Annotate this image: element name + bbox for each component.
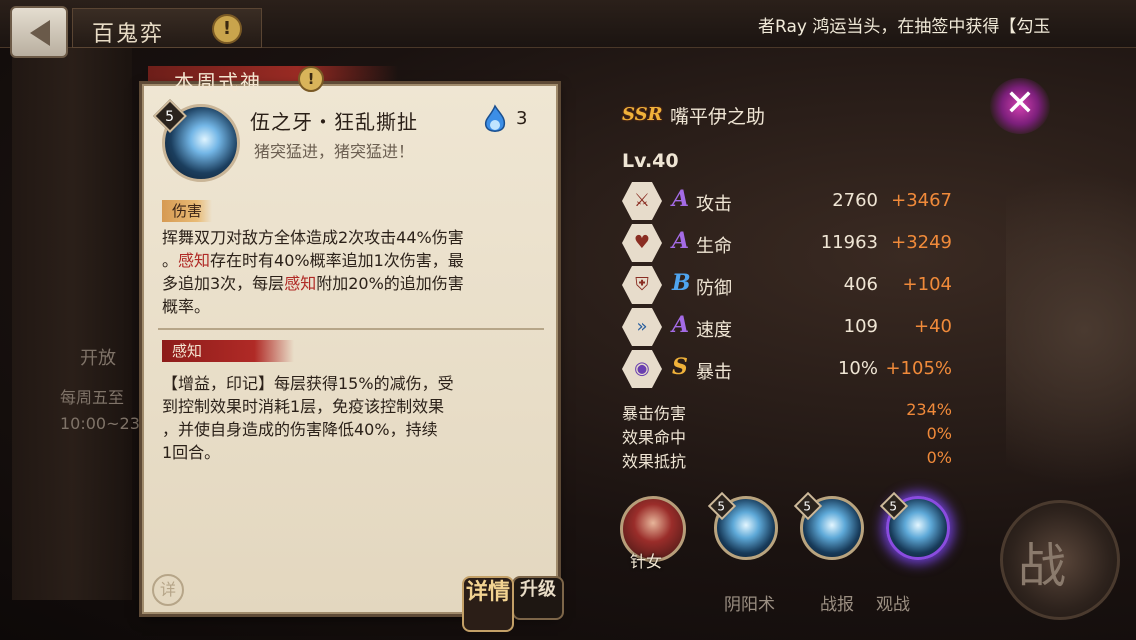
- skill-name: 伍之牙・狂乱撕扯: [250, 110, 418, 134]
- stat-value: 406: [843, 274, 878, 295]
- close-icon[interactable]: ✕: [1002, 84, 1038, 124]
- shiki-level: Lv.40: [622, 150, 679, 172]
- behind-time-label: 10:00~23: [60, 414, 140, 433]
- skill-quote: 猪突猛进，猪突猛进！: [254, 142, 415, 161]
- sub-stat-label: 效果抵抗: [622, 452, 687, 471]
- stat-grade: A: [672, 228, 690, 254]
- info-icon[interactable]: !: [212, 14, 242, 44]
- stat-grade: B: [672, 270, 691, 296]
- stat-bonus: +3249: [891, 232, 952, 253]
- sub-stat-value: 234%: [906, 400, 952, 419]
- sub-stat-effect-resist: 效果抵抗 0%: [622, 448, 952, 472]
- sub-stat-value: 0%: [926, 424, 952, 443]
- damage-line-2: 。感知存在时有40%概率追加1次伤害，最: [162, 249, 542, 272]
- keyword-sense[interactable]: 感知: [178, 251, 210, 270]
- skill-level-value: 5: [164, 108, 174, 125]
- stat-label: 攻击: [696, 194, 732, 215]
- stat-value: 2760: [832, 190, 878, 211]
- stat-value: 10%: [837, 358, 878, 379]
- sense-line-2: 到控制效果时消耗1层，免疫该控制效果: [162, 397, 445, 416]
- damage-description: 挥舞双刀对敌方全体造成2次攻击44%伤害 。感知存在时有40%概率追加1次伤害，…: [162, 226, 542, 318]
- stat-grade: A: [672, 186, 690, 212]
- sub-stat-value: 0%: [926, 448, 952, 467]
- damage-line-2-prefix: 。: [162, 251, 179, 270]
- stat-row-hp: ♥ A 生命 11963 +3249: [622, 224, 962, 262]
- tab-detail[interactable]: 详情: [462, 576, 514, 632]
- battle-button-label[interactable]: 战: [1018, 526, 1066, 596]
- stat-label: 防御: [696, 278, 732, 299]
- sense-description: 【增益，印记】每层获得15%的减伤，受 到控制效果时消耗1层，免疫该控制效果 ，…: [162, 372, 542, 464]
- stat-label: 生命: [696, 236, 732, 257]
- shiki-name: 嘴平伊之助: [670, 106, 766, 128]
- onibi-cost: 3: [516, 108, 528, 129]
- onibi-orb-icon: [484, 104, 506, 132]
- stat-label: 速度: [696, 320, 732, 341]
- skill-slot-level: 5: [889, 499, 898, 514]
- back-arrow-icon: [30, 20, 50, 46]
- rarity-badge: SSR: [622, 104, 663, 125]
- stat-bonus: +40: [914, 316, 952, 337]
- detail-small-button[interactable]: 详: [152, 574, 184, 606]
- sense-line-3: ，并使自身造成的伤害降低40%，持续: [162, 420, 438, 439]
- tab-upgrade[interactable]: 升级: [512, 576, 564, 620]
- stat-row-defense: ⛨ B 防御 406 +104: [622, 266, 962, 304]
- damage-line-4: 概率。: [162, 297, 211, 316]
- sub-stat-effect-hit: 效果命中 0%: [622, 424, 952, 448]
- back-button[interactable]: [10, 6, 68, 58]
- sub-stat-label: 暴击伤害: [622, 404, 687, 423]
- crit-icon: ◉: [622, 350, 662, 388]
- sense-tag: 感知: [162, 340, 294, 362]
- damage-line-3-prefix: 多追加3次，每层: [162, 274, 285, 293]
- damage-line-3: 多追加3次，每层感知附加20%的追加伤害: [162, 272, 542, 295]
- battle-report-label[interactable]: 战报: [820, 590, 854, 615]
- stat-label: 暴击: [696, 362, 732, 383]
- partner-name: 针女: [630, 552, 663, 571]
- sense-line-4: 1回合。: [162, 443, 221, 462]
- damage-line-3-rest: 附加20%的追加伤害: [316, 274, 464, 293]
- damage-tag: 伤害: [162, 200, 213, 222]
- background-pillar: [12, 40, 132, 600]
- spectate-label[interactable]: 观战: [876, 590, 910, 615]
- sub-stat-crit-damage: 暴击伤害 234%: [622, 400, 952, 424]
- stat-bonus: +3467: [891, 190, 952, 211]
- behind-schedule-label: 每周五至: [60, 388, 125, 407]
- attack-icon: ⚔: [622, 182, 662, 220]
- speed-icon: »: [622, 308, 662, 346]
- stat-value: 11963: [820, 232, 878, 253]
- skill-slot-level: 5: [717, 499, 726, 514]
- page-title: 百鬼弈: [92, 22, 165, 47]
- card-header-title: 本周式神: [174, 70, 262, 94]
- stat-grade: S: [672, 354, 688, 380]
- card-info-icon[interactable]: !: [298, 66, 324, 92]
- stat-grade: A: [672, 312, 690, 338]
- background-decoration: [1006, 120, 1136, 540]
- stat-bonus: +104: [902, 274, 952, 295]
- sense-line-1: 【增益，印记】每层获得15%的减伤，受: [162, 374, 454, 393]
- behind-open-label: 开放: [80, 348, 116, 369]
- defense-icon: ⛨: [622, 266, 662, 304]
- sub-stat-label: 效果命中: [622, 428, 687, 447]
- stat-bonus: +105%: [885, 358, 952, 379]
- hp-icon: ♥: [622, 224, 662, 262]
- skill-slot-level: 5: [803, 499, 812, 514]
- damage-line-2-rest: 存在时有40%概率追加1次伤害，最: [210, 251, 464, 270]
- section-divider: [158, 328, 544, 330]
- keyword-sense[interactable]: 感知: [284, 274, 316, 293]
- stat-row-speed: » A 速度 109 +40: [622, 308, 962, 346]
- stat-row-crit: ◉ S 暴击 10% +105%: [622, 350, 962, 388]
- yinyang-label[interactable]: 阴阳术: [724, 590, 775, 615]
- stat-value: 109: [843, 316, 878, 337]
- stat-row-attack: ⚔ A 攻击 2760 +3467: [622, 182, 962, 220]
- damage-line-1: 挥舞双刀对敌方全体造成2次攻击44%伤害: [162, 228, 464, 247]
- announcement-marquee: 者Ray 鸿运当头，在抽签中获得【勾玉: [758, 17, 1051, 36]
